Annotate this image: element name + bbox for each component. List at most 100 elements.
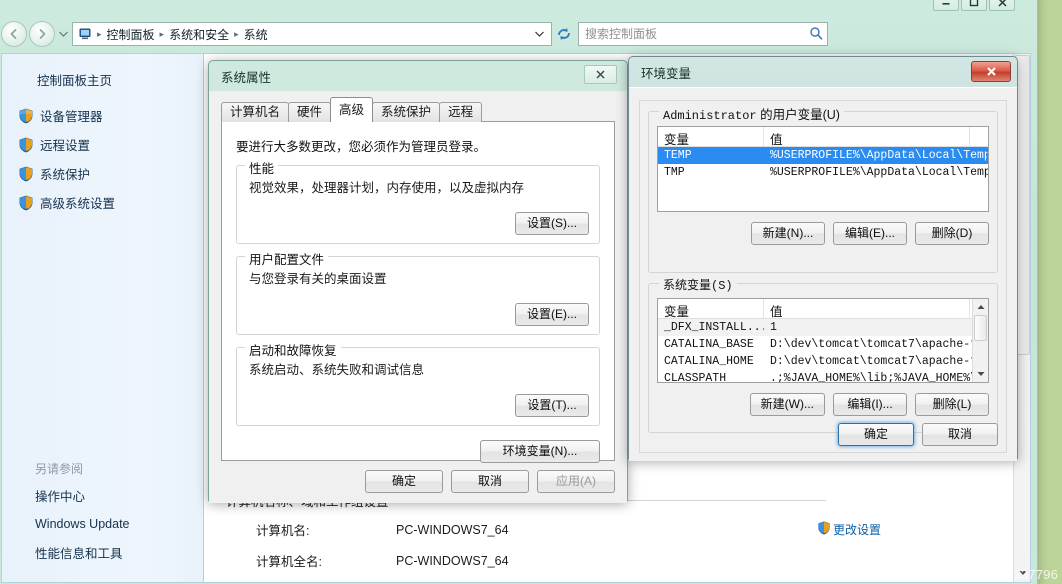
variable-value: .;%JAVA_HOME%\lib;%JAVA_HOME%\l xyxy=(770,372,984,383)
variable-name: TMP xyxy=(664,166,685,179)
system-variables-new-button[interactable]: 新建(W)... xyxy=(749,393,825,416)
shield-icon xyxy=(18,137,34,153)
sidebar-item-control-panel-home[interactable]: 控制面板主页 xyxy=(2,62,203,101)
minimize-button[interactable] xyxy=(933,0,959,11)
address-bar[interactable]: ▸ 控制面板 ▸ 系统和安全 ▸ 系统 xyxy=(72,22,552,46)
sidebar-item-label: 高级系统设置 xyxy=(40,197,116,211)
system-variables-edit-button[interactable]: 编辑(I)... xyxy=(833,393,907,416)
environment-variables-button[interactable]: 环境变量(N)... xyxy=(480,440,600,463)
table-row[interactable]: _DFX_INSTALL... 1 xyxy=(658,319,988,336)
close-button[interactable] xyxy=(989,0,1015,11)
shield-icon xyxy=(18,166,34,182)
performance-settings-button[interactable]: 设置(S)... xyxy=(515,212,589,235)
table-row[interactable]: TEMP %USERPROFILE%\AppData\Local\Temp xyxy=(658,147,988,164)
computer-icon xyxy=(77,26,93,42)
startup-recovery-group-legend: 启动和故障恢复 xyxy=(245,340,341,359)
system-variables-scrollbar-thumb[interactable] xyxy=(974,315,987,341)
column-header-value[interactable]: 值 xyxy=(764,299,970,319)
admin-login-note: 要进行大多数更改，您必须作为管理员登录。 xyxy=(236,140,487,154)
system-properties-close-button[interactable] xyxy=(584,65,617,84)
see-also-link-performance-info[interactable]: 性能信息和工具 xyxy=(35,543,203,562)
shield-icon xyxy=(817,521,831,538)
environment-variables-cancel-button[interactable]: 取消 xyxy=(922,423,998,446)
variable-value: %USERPROFILE%\AppData\Local\Temp xyxy=(770,166,988,179)
shield-icon xyxy=(18,195,34,211)
breadcrumb-item-2[interactable]: 系统 xyxy=(240,26,272,43)
maximize-button[interactable] xyxy=(961,0,987,11)
sidebar-item-label: 系统保护 xyxy=(40,168,91,182)
computer-fullname-row: 计算机全名: PC-WINDOWS7_64 xyxy=(226,551,826,570)
table-row[interactable]: CLASSPATH .;%JAVA_HOME%\lib;%JAVA_HOME%\… xyxy=(658,370,988,383)
table-row[interactable]: TMP %USERPROFILE%\AppData\Local\Temp xyxy=(658,164,988,181)
see-also-title: 另请参阅 xyxy=(35,462,84,476)
variable-value: D:\dev\tomcat\tomcat7\apache-to... xyxy=(770,338,988,351)
system-variables-list[interactable]: 变量 值 _DFX_INSTALL... 1 CATALINA_BASE D:\… xyxy=(657,298,989,383)
recent-locations-dropdown-icon[interactable] xyxy=(59,30,68,39)
scroll-down-icon[interactable] xyxy=(973,366,988,382)
computer-name-label: 计算机名: xyxy=(256,524,310,538)
environment-variables-inner: Administrator 的用户变量(U) 变量 值 TEMP %USERPR… xyxy=(639,100,1007,453)
variable-value: %USERPROFILE%\AppData\Local\Temp xyxy=(770,149,988,162)
search-input[interactable] xyxy=(583,26,809,42)
system-variables-delete-button[interactable]: 删除(L) xyxy=(915,393,989,416)
column-header-pad xyxy=(970,127,988,146)
tab-system-protection[interactable]: 系统保护 xyxy=(372,102,441,122)
column-header-value[interactable]: 值 xyxy=(764,127,970,147)
user-profiles-button-row: 设置(E)... xyxy=(247,303,589,326)
tab-computer-name[interactable]: 计算机名 xyxy=(221,102,290,122)
change-settings-label: 更改设置 xyxy=(832,523,881,537)
table-row[interactable]: CATALINA_BASE D:\dev\tomcat\tomcat7\apac… xyxy=(658,336,988,353)
environment-variables-footer: 确定 取消 xyxy=(838,423,998,446)
user-profiles-description: 与您登录有关的桌面设置 xyxy=(249,272,387,286)
refresh-icon[interactable] xyxy=(553,22,575,46)
scroll-up-icon[interactable] xyxy=(973,299,988,315)
scroll-down-icon[interactable] xyxy=(1015,565,1030,581)
breadcrumb-item-1[interactable]: 系统和安全 xyxy=(165,26,233,43)
see-also-link-action-center[interactable]: 操作中心 xyxy=(35,486,203,505)
search-box[interactable] xyxy=(578,22,828,46)
change-settings-link[interactable]: 更改设置 xyxy=(817,521,881,538)
tab-hardware[interactable]: 硬件 xyxy=(288,102,332,122)
user-profiles-settings-button[interactable]: 设置(E)... xyxy=(515,303,589,326)
forward-button[interactable] xyxy=(29,21,55,47)
computer-name-value: PC-WINDOWS7_64 xyxy=(396,522,509,537)
variable-name: CLASSPATH xyxy=(664,372,727,383)
startup-recovery-button-row: 设置(T)... xyxy=(247,394,589,417)
user-profiles-group: 用户配置文件 与您登录有关的桌面设置 设置(E)... xyxy=(236,249,600,335)
user-variables-new-button[interactable]: 新建(N)... xyxy=(751,222,825,245)
breadcrumb-item-0[interactable]: 控制面板 xyxy=(103,26,159,43)
variable-name: CATALINA_HOME xyxy=(664,355,754,368)
user-variables-edit-button[interactable]: 编辑(E)... xyxy=(833,222,907,245)
user-variables-button-row: 新建(N)... 编辑(E)... 删除(D) xyxy=(657,222,989,245)
computer-fullname-value: PC-WINDOWS7_64 xyxy=(396,553,509,568)
address-bar-row: ▸ 控制面板 ▸ 系统和安全 ▸ 系统 xyxy=(0,15,1037,53)
computer-name-group: 计算机名称、域和工作组设置 计算机名: PC-WINDOWS7_64 计算机全名… xyxy=(226,491,881,582)
tab-remote[interactable]: 远程 xyxy=(439,102,483,122)
column-header-variable[interactable]: 变量 xyxy=(658,127,764,147)
environment-variables-ok-button[interactable]: 确定 xyxy=(838,423,914,446)
environment-variables-close-button[interactable] xyxy=(971,61,1011,82)
system-properties-body: 计算机名 硬件 高级 系统保护 远程 要进行大多数更改，您必须作为管理员登录。 … xyxy=(209,91,627,503)
sidebar-item-remote-settings[interactable]: 远程设置 xyxy=(2,130,203,159)
sidebar-item-device-manager[interactable]: 设备管理器 xyxy=(2,101,203,130)
see-also-link-windows-update[interactable]: Windows Update xyxy=(35,517,203,531)
user-variables-list[interactable]: 变量 值 TEMP %USERPROFILE%\AppData\Local\Te… xyxy=(657,126,989,212)
tabstrip: 计算机名 硬件 高级 系统保护 远程 xyxy=(221,97,615,122)
system-properties-ok-button[interactable]: 确定 xyxy=(365,470,443,493)
user-variables-delete-button[interactable]: 删除(D) xyxy=(915,222,989,245)
chevron-down-icon[interactable] xyxy=(535,30,549,39)
system-properties-cancel-button[interactable]: 取消 xyxy=(451,470,529,493)
search-icon[interactable] xyxy=(809,26,823,43)
computer-fullname-label: 计算机全名: xyxy=(256,555,322,569)
column-header-variable[interactable]: 变量 xyxy=(658,299,764,319)
system-properties-apply-button: 应用(A) xyxy=(537,470,615,493)
tab-advanced[interactable]: 高级 xyxy=(330,97,374,122)
performance-button-row: 设置(S)... xyxy=(247,212,589,235)
sidebar-item-advanced-system-settings[interactable]: 高级系统设置 xyxy=(2,188,203,217)
table-row[interactable]: CATALINA_HOME D:\dev\tomcat\tomcat7\apac… xyxy=(658,353,988,370)
startup-recovery-settings-button[interactable]: 设置(T)... xyxy=(515,394,589,417)
back-button[interactable] xyxy=(1,21,27,47)
environment-variables-body: Administrator 的用户变量(U) 变量 值 TEMP %USERPR… xyxy=(629,87,1017,461)
system-variables-scrollbar[interactable] xyxy=(972,299,988,382)
sidebar-item-system-protection[interactable]: 系统保护 xyxy=(2,159,203,188)
